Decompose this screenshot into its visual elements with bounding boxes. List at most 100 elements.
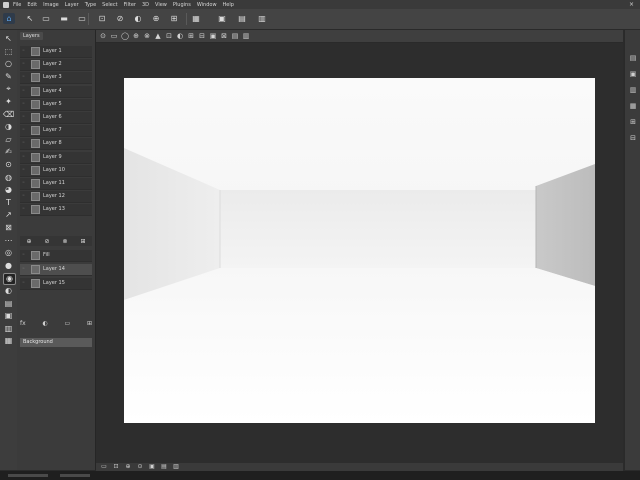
tool-button[interactable]: ▥ — [3, 324, 14, 334]
layer-row[interactable]: ◦ Layer 13 — [20, 204, 92, 217]
layer-row[interactable]: ◦ Fill — [20, 250, 92, 262]
dock-panel-icon[interactable]: ⊟ — [628, 134, 638, 143]
document-tool-button[interactable]: ◐ — [175, 31, 185, 41]
visibility-eye-icon[interactable]: ◦ — [22, 204, 28, 215]
dock-panel-icon[interactable]: ▦ — [628, 102, 638, 111]
dock-panel-icon[interactable]: ▣ — [628, 70, 638, 79]
document-tool-button[interactable]: ⊞ — [186, 31, 196, 41]
tool-button[interactable]: ⬚ — [3, 47, 14, 57]
tool-button[interactable]: ⊙ — [3, 160, 14, 170]
dock-panel-icon[interactable]: ⊞ — [628, 118, 638, 127]
visibility-eye-icon[interactable]: ◦ — [22, 191, 28, 202]
menu-item[interactable]: Help — [223, 2, 234, 8]
layer-row[interactable]: ◦ Layer 2 — [20, 59, 92, 72]
option-button[interactable]: ▦ — [190, 13, 202, 24]
panel-action-icon[interactable]: ⊕ — [26, 238, 31, 245]
status-button[interactable]: ▣ — [148, 463, 156, 471]
dock-panel-icon[interactable]: ▤ — [628, 54, 638, 63]
menu-item[interactable]: 3D — [142, 2, 149, 8]
tool-button[interactable]: ↗ — [3, 210, 14, 220]
visibility-eye-icon[interactable]: ◦ — [22, 112, 28, 123]
option-button[interactable]: ⊞ — [168, 13, 180, 24]
visibility-eye-icon[interactable]: ◦ — [22, 46, 28, 57]
visibility-eye-icon[interactable]: ◦ — [22, 178, 28, 189]
tool-button[interactable]: ⊠ — [3, 223, 14, 233]
document-tool-button[interactable]: ▭ — [109, 31, 119, 41]
option-button[interactable]: ▤ — [236, 13, 248, 24]
menu-item[interactable]: Plugins — [173, 2, 191, 8]
document-tool-button[interactable]: ⊕ — [131, 31, 141, 41]
panel-footer-icon[interactable]: fx — [20, 320, 26, 329]
document-tool-button[interactable]: ⊟ — [197, 31, 207, 41]
visibility-eye-icon[interactable]: ◦ — [22, 72, 28, 83]
tool-button[interactable]: ▣ — [3, 311, 14, 321]
option-button[interactable]: ▣ — [216, 13, 228, 24]
option-button[interactable]: ↖ — [24, 13, 36, 24]
panel-action-icon[interactable]: ⊞ — [80, 238, 85, 245]
menu-item[interactable]: Edit — [27, 2, 37, 8]
visibility-eye-icon[interactable]: ◦ — [22, 138, 28, 149]
option-button[interactable]: ◐ — [132, 13, 144, 24]
tool-button[interactable]: ▤ — [3, 299, 14, 309]
layer-row[interactable]: ◦ Layer 7 — [20, 125, 92, 138]
home-button[interactable]: ⌂ — [3, 13, 15, 24]
visibility-eye-icon[interactable]: ◦ — [22, 152, 28, 163]
layer-row[interactable]: ◦ Layer 10 — [20, 164, 92, 177]
tool-button[interactable]: ◐ — [3, 286, 14, 296]
tool-button[interactable]: ▦ — [3, 336, 14, 346]
document-tool-button[interactable]: ⊙ — [98, 31, 108, 41]
taskbar-item[interactable] — [60, 474, 90, 477]
status-button[interactable]: ▥ — [172, 463, 180, 471]
layer-row[interactable]: ◦ Layer 5 — [20, 98, 92, 111]
panel-action-icon[interactable]: ⊘ — [44, 238, 49, 245]
menu-item[interactable]: View — [155, 2, 167, 8]
menu-item[interactable]: Layer — [65, 2, 79, 8]
option-button[interactable]: ▭ — [40, 13, 52, 24]
option-button[interactable]: ⊡ — [96, 13, 108, 24]
option-button[interactable]: ▭ — [76, 13, 88, 24]
layer-row[interactable]: ◦ Layer 9 — [20, 151, 92, 164]
app-icon[interactable] — [3, 1, 9, 8]
option-button[interactable]: ▥ — [256, 13, 268, 24]
visibility-eye-icon[interactable]: ◦ — [22, 278, 28, 289]
layer-row[interactable]: ◦ Layer 14 — [20, 264, 92, 276]
tool-button[interactable]: ○ — [3, 59, 14, 69]
layer-row[interactable]: ◦ Layer 4 — [20, 85, 92, 98]
tool-button[interactable]: ↖ — [3, 34, 14, 44]
document-tool-button[interactable]: ⊡ — [164, 31, 174, 41]
menu-item[interactable]: Window — [197, 2, 217, 8]
document-tool-button[interactable]: ▲ — [153, 31, 163, 41]
document-tool-button[interactable]: ⊠ — [219, 31, 229, 41]
tool-button[interactable]: ✦ — [3, 97, 14, 107]
tool-button[interactable]: ◑ — [3, 122, 14, 132]
document-tool-button[interactable]: ▣ — [208, 31, 218, 41]
layer-row[interactable]: ◦ Layer 15 — [20, 278, 92, 290]
status-button[interactable]: ▭ — [100, 463, 108, 471]
tool-button[interactable]: ⌖ — [3, 84, 14, 94]
menu-item[interactable]: File — [13, 2, 21, 8]
tool-button[interactable]: ◎ — [3, 248, 14, 258]
document-canvas[interactable] — [124, 78, 595, 423]
tool-button[interactable]: ● — [3, 261, 14, 271]
option-button[interactable]: ⊕ — [150, 13, 162, 24]
panel-footer-icon[interactable]: ◐ — [42, 320, 47, 329]
tool-button[interactable]: ✍ — [3, 147, 14, 157]
panel-action-icon[interactable]: ⊗ — [62, 238, 67, 245]
tool-button[interactable]: ✎ — [3, 72, 14, 82]
status-button[interactable]: ⊡ — [112, 463, 120, 471]
panel-footer-icon[interactable]: ⊞ — [87, 320, 92, 329]
tool-button[interactable]: ▱ — [3, 135, 14, 145]
layer-background[interactable]: Background — [20, 338, 92, 347]
menu-item[interactable]: Type — [85, 2, 96, 8]
status-button[interactable]: ⊙ — [136, 463, 144, 471]
tool-button[interactable]: ◍ — [3, 173, 14, 183]
option-button[interactable]: ▬ — [58, 13, 70, 24]
document-tool-button[interactable]: ▤ — [230, 31, 240, 41]
option-button[interactable]: ⊘ — [114, 13, 126, 24]
status-button[interactable]: ⊕ — [124, 463, 132, 471]
tool-button[interactable]: ⌫ — [3, 110, 14, 120]
panel-footer-icon[interactable]: ▭ — [64, 320, 70, 329]
visibility-eye-icon[interactable]: ◦ — [22, 250, 28, 261]
menu-item[interactable]: Select — [102, 2, 117, 8]
document-tool-button[interactable]: ▥ — [241, 31, 251, 41]
